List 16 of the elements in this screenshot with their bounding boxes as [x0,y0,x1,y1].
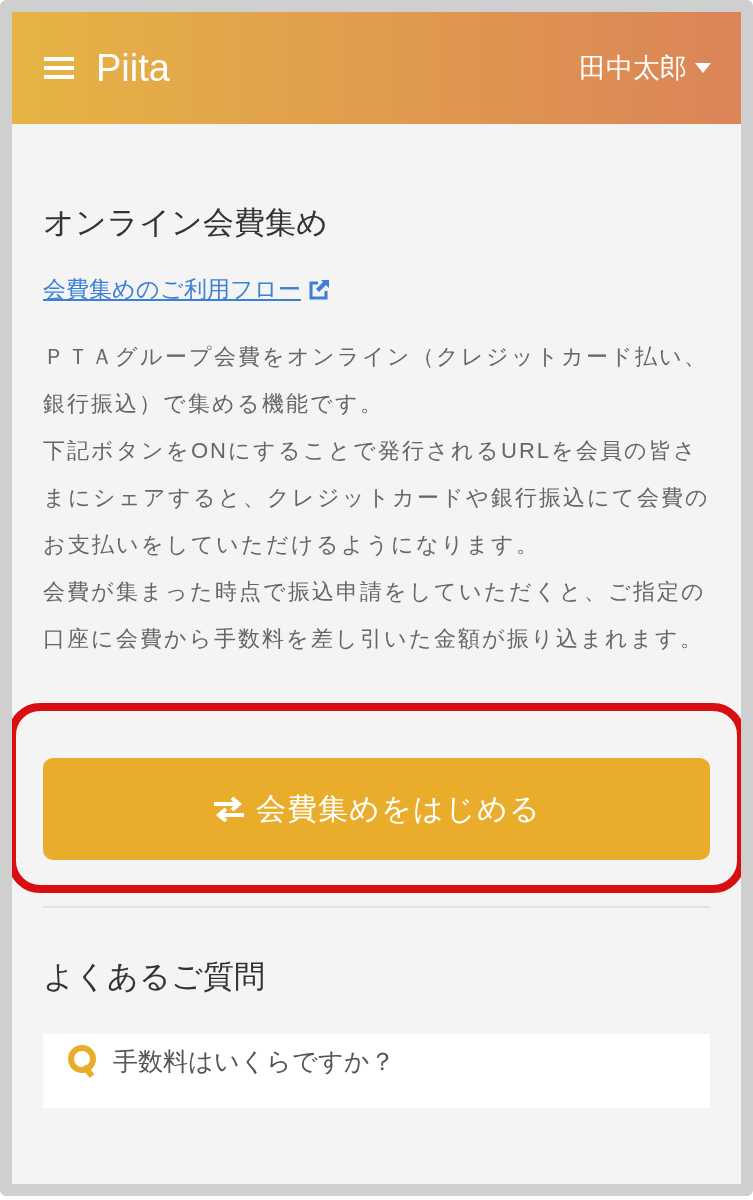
start-collection-button[interactable]: 会費集めをはじめる [43,758,710,860]
app-logo[interactable]: Piita [96,46,170,90]
faq-question: 手数料はいくらですか？ [113,1045,395,1077]
user-menu[interactable]: 田中太郎 [579,50,711,86]
description-text: 会費が集まった時点で振込申請をしていただくと、ご指定の口座に会費から手数料を差し引いた金額が振り込まれます。 [43,578,707,653]
q-icon [67,1044,97,1078]
page-title: オンライン会費集め [43,204,329,242]
faq-item[interactable]: 手数料はいくらですか？ [43,1034,710,1108]
faq-title: よくあるご質問 [43,958,266,996]
swap-arrows-icon [212,796,246,822]
flow-link[interactable]: 会費集めのご利用フロー [43,274,331,305]
description-text: ＰＴＡグループ会費をオンライン（クレジットカード払い、銀行振込）で集める機能です。 [43,343,709,418]
menu-icon[interactable] [44,56,74,80]
caret-icon [695,63,711,73]
external-link-icon [307,277,331,302]
description-text: 下記ボタンをONにすることで発行されるURLを会員の皆さまにシェアすると、クレジットカードや銀行振込にて会費のお支払いをしていただけるようになります。 [43,437,710,559]
